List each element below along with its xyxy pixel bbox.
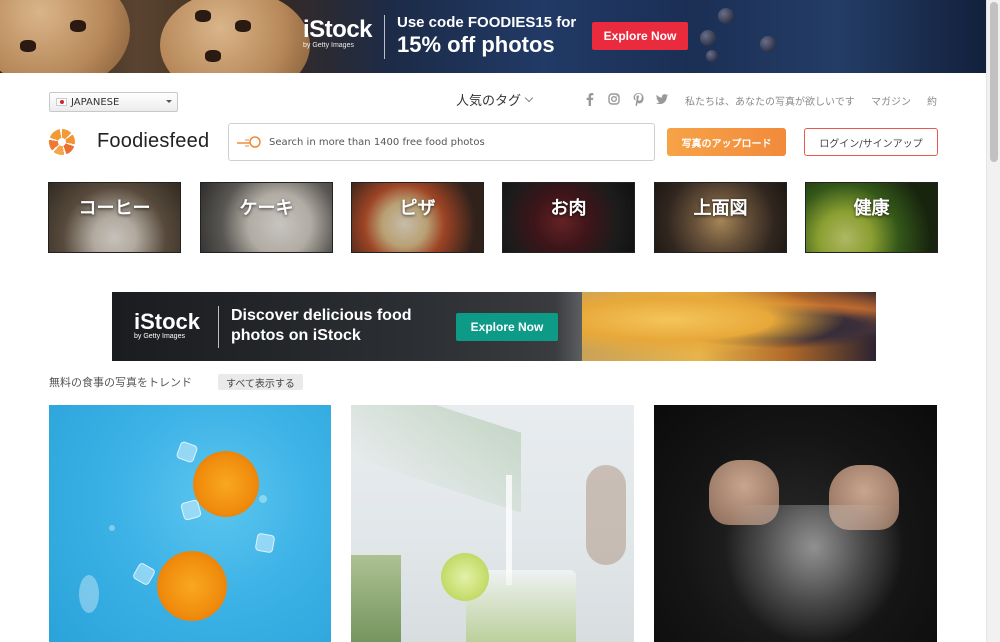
istock-logo: iStock by Getty Images xyxy=(134,309,201,340)
foodiesfeed-logo-icon[interactable] xyxy=(49,129,75,155)
chevron-down-icon xyxy=(524,93,534,102)
cookie-image xyxy=(160,0,310,73)
banner-explore-button[interactable]: Explore Now xyxy=(592,22,688,50)
vertical-scrollbar[interactable] xyxy=(986,0,1000,642)
search-placeholder: Search in more than 1400 free food photo… xyxy=(269,136,485,148)
upload-photo-button[interactable]: 写真のアップロード xyxy=(667,128,786,156)
banner-text: Discover delicious food photos on iStock xyxy=(231,307,412,344)
photo-oranges[interactable] xyxy=(49,405,331,642)
language-select[interactable]: JAPANESE xyxy=(49,92,178,112)
category-pizza[interactable]: ピザ xyxy=(351,182,484,253)
trending-title: 無料の食事の写真をトレンド xyxy=(49,376,192,389)
banner-text: Use code FOODIES15 for 15% off photos xyxy=(397,14,577,57)
popular-tags-dropdown[interactable]: 人気のタグ xyxy=(456,90,534,109)
pinterest-icon[interactable] xyxy=(631,92,645,106)
category-label: お肉 xyxy=(550,198,587,219)
category-label: 上面図 xyxy=(693,198,748,219)
facebook-icon[interactable] xyxy=(583,92,597,106)
banner-divider xyxy=(384,15,385,59)
search-input[interactable]: Search in more than 1400 free food photo… xyxy=(228,123,655,161)
cookie-image xyxy=(0,0,130,73)
language-value: JAPANESE xyxy=(71,96,120,108)
scrollbar-thumb[interactable] xyxy=(990,2,998,162)
twitter-icon[interactable] xyxy=(655,92,669,106)
banner-explore-button[interactable]: Explore Now xyxy=(456,313,558,341)
we-want-your-photos-link[interactable]: 私たちは、あなたの写真が欲しいです xyxy=(685,93,855,108)
top-ad-banner[interactable]: iStock by Getty Images Use code FOODIES1… xyxy=(0,0,986,73)
category-coffee[interactable]: コーヒー xyxy=(48,182,181,253)
category-meat[interactable]: お肉 xyxy=(502,182,635,253)
category-healthy[interactable]: 健康 xyxy=(805,182,938,253)
category-label: ピザ xyxy=(399,198,436,219)
pasta-image xyxy=(582,292,876,361)
site-logo-text[interactable]: Foodiesfeed xyxy=(97,130,209,153)
about-link[interactable]: 約 xyxy=(927,93,937,108)
category-label: 健康 xyxy=(853,198,890,219)
instagram-icon[interactable] xyxy=(607,92,621,106)
login-signup-button[interactable]: ログイン/サインアップ xyxy=(804,128,938,156)
istock-logo: iStock by Getty Images xyxy=(303,16,373,49)
show-all-button[interactable]: すべて表示する xyxy=(218,374,303,390)
category-top-view[interactable]: 上面図 xyxy=(654,182,787,253)
magazine-link[interactable]: マガジン xyxy=(871,93,911,108)
category-label: コーヒー xyxy=(78,198,151,219)
fork-search-icon xyxy=(237,136,261,148)
category-label: ケーキ xyxy=(239,198,294,219)
photo-flour-hands[interactable] xyxy=(654,405,937,642)
page: iStock by Getty Images Use code FOODIES1… xyxy=(0,0,1000,642)
dropdown-arrow-icon xyxy=(166,100,172,103)
banner-divider xyxy=(218,306,219,348)
category-cake[interactable]: ケーキ xyxy=(200,182,333,253)
japan-flag-icon xyxy=(56,98,67,106)
photo-pouring-drink[interactable] xyxy=(351,405,634,642)
mid-ad-banner[interactable]: iStock by Getty Images Discover deliciou… xyxy=(112,292,876,361)
popular-tags-label: 人気のタグ xyxy=(456,94,522,109)
